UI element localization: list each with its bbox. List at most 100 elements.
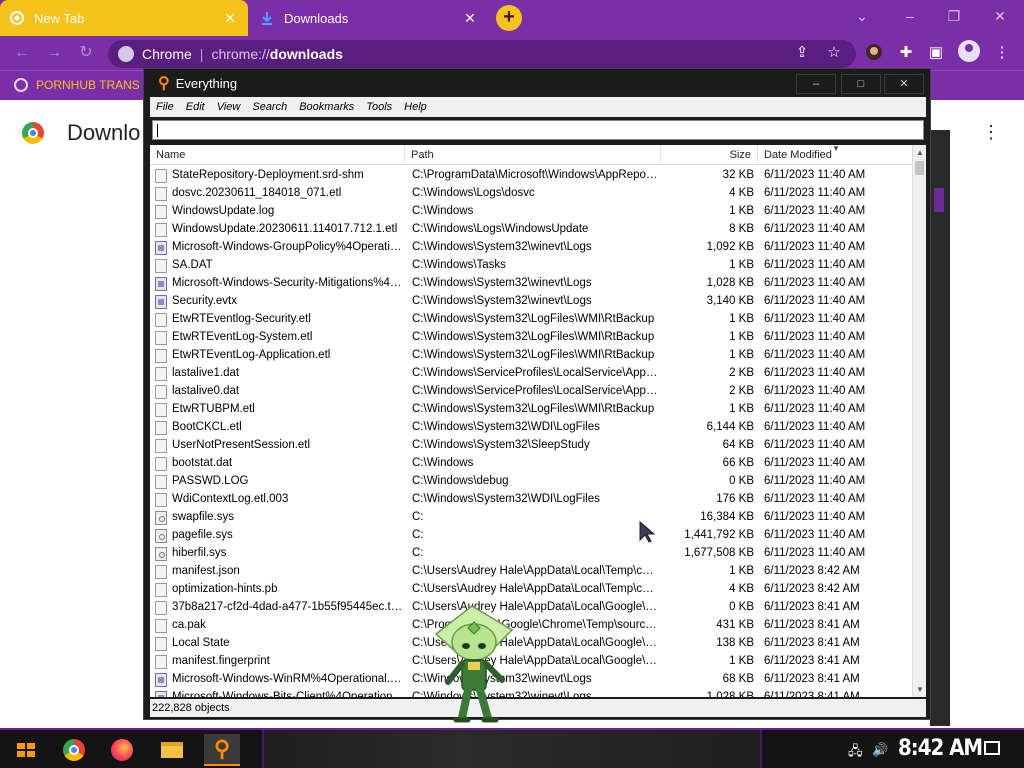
text-caret bbox=[157, 124, 158, 138]
result-row[interactable]: Microsoft-Windows-GroupPolicy%4Operation… bbox=[150, 239, 912, 257]
result-row[interactable]: lastalive1.dat C:\Windows\ServiceProfiles… bbox=[150, 365, 912, 383]
result-row[interactable]: EtwRTUBPM.etl C:\Windows\System32\LogFile… bbox=[150, 401, 912, 419]
share-icon[interactable]: ⇪ bbox=[792, 43, 812, 63]
result-row[interactable]: SA.DAT C:\Windows\Tasks 1 KB 6/11/2023 11:4… bbox=[150, 257, 912, 275]
back-icon[interactable]: ← bbox=[10, 41, 34, 65]
result-row[interactable]: manifest.fingerprint C:\Users\Audrey Hale… bbox=[150, 653, 912, 671]
result-row[interactable]: EtwRTEventLog-Application.etl C:\Windows\… bbox=[150, 347, 912, 365]
taskbar-file-explorer-button[interactable] bbox=[154, 734, 190, 766]
menu-help[interactable]: Help bbox=[404, 101, 427, 113]
download-icon bbox=[260, 11, 274, 25]
network-icon[interactable]: 🖧 bbox=[848, 742, 863, 764]
bookmark-item[interactable]: PORNHUB TRANS bbox=[14, 78, 140, 92]
chrome-menu-icon[interactable]: ⋮ bbox=[992, 43, 1012, 63]
result-row[interactable]: Microsoft-Windows-Security-Mitigations%4… bbox=[150, 275, 912, 293]
result-row[interactable]: manifest.json C:\Users\Audrey Hale\AppDat… bbox=[150, 563, 912, 581]
column-header-name[interactable]: Name bbox=[150, 145, 405, 165]
result-date: 6/11/2023 11:40 AM bbox=[764, 187, 866, 199]
column-header-size[interactable]: Size bbox=[661, 145, 758, 165]
result-row[interactable]: Local StateC:\Users\Audrey Hale\AppData\… bbox=[150, 635, 912, 653]
forward-icon[interactable]: → bbox=[42, 41, 66, 65]
result-row[interactable]: 37b8a217-cf2d-4dad-a477-1b55f95445ec.tmp… bbox=[150, 599, 912, 617]
everything-maximize-button[interactable]: □ bbox=[841, 74, 881, 94]
tab-close-icon[interactable]: ✕ bbox=[222, 10, 238, 27]
menu-search[interactable]: Search bbox=[252, 101, 287, 113]
result-date: 6/11/2023 8:41 AM bbox=[764, 655, 860, 667]
result-row[interactable]: EtwRTEventLog-System.etl C:\Windows\Syste… bbox=[150, 329, 912, 347]
menu-bookmarks[interactable]: Bookmarks bbox=[299, 101, 354, 113]
extension-avatar-icon[interactable] bbox=[864, 43, 884, 63]
tab-close-icon[interactable]: ✕ bbox=[462, 10, 478, 27]
menu-edit[interactable]: Edit bbox=[186, 101, 205, 113]
file-icon bbox=[155, 349, 167, 363]
menu-view[interactable]: View bbox=[217, 101, 241, 113]
result-row[interactable]: lastalive0.dat C:\Windows\ServiceProfiles… bbox=[150, 383, 912, 401]
system-file-icon bbox=[155, 529, 167, 543]
result-row[interactable]: WindowsUpdate.20230611.114017.712.1.etl C… bbox=[150, 221, 912, 239]
result-name: WdiContextLog.etl.003 bbox=[172, 493, 289, 505]
result-date: 6/11/2023 11:40 AM bbox=[764, 295, 866, 307]
result-row[interactable]: pagefile.sys C: 1,441,792 KB 6/11/2023 11:4… bbox=[150, 527, 912, 545]
reload-icon[interactable]: ↻ bbox=[74, 41, 98, 65]
column-header-path[interactable]: Path bbox=[405, 145, 661, 165]
result-row[interactable]: dosvc.20230611_184018_071.etl C:\Windows\… bbox=[150, 185, 912, 203]
result-path: C:\Windows\Logs\WindowsUpdate bbox=[412, 223, 589, 235]
close-window-button[interactable]: ✕ bbox=[980, 4, 1020, 28]
start-button[interactable] bbox=[8, 734, 44, 766]
result-row[interactable]: optimization-hints.pb C:\Users\Audrey Hal… bbox=[150, 581, 912, 599]
event-log-file-icon bbox=[155, 295, 167, 309]
vertical-scrollbar[interactable]: ▲ ▼ bbox=[912, 145, 926, 697]
everything-minimize-button[interactable]: – bbox=[796, 74, 836, 94]
side-panel-icon[interactable]: ▣ bbox=[926, 43, 946, 63]
more-options-icon[interactable]: ⋮ bbox=[982, 122, 1000, 143]
tab-search-icon[interactable]: ⌄ bbox=[842, 4, 882, 28]
url-host: downloads bbox=[269, 46, 343, 62]
minimize-button[interactable]: – bbox=[890, 4, 930, 28]
scroll-down-icon[interactable]: ▼ bbox=[916, 685, 924, 694]
result-row[interactable]: StateRepository-Deployment.srd-shm C:\Pro… bbox=[150, 167, 912, 185]
result-row[interactable]: EtwRTEventlog-Security.etl C:\Windows\Sys… bbox=[150, 311, 912, 329]
result-size: 1 KB bbox=[729, 655, 754, 667]
new-tab-button[interactable]: + bbox=[496, 5, 522, 31]
result-row[interactable]: UserNotPresentSession.etl C:\Windows\Syst… bbox=[150, 437, 912, 455]
globe-icon bbox=[14, 78, 28, 92]
everything-close-button[interactable]: ✕ bbox=[884, 74, 924, 94]
result-row[interactable]: WdiContextLog.etl.003 C:\Windows\System32… bbox=[150, 491, 912, 509]
result-name: Microsoft-Windows-GroupPolicy%4Operation… bbox=[172, 241, 404, 253]
system-clock[interactable]: 8:42 AM bbox=[898, 736, 983, 761]
result-row[interactable]: Microsoft-Windows-WinRM%4Operational.evt… bbox=[150, 671, 912, 689]
results-list: Name Path Size ▼ Date Modified StateRepo… bbox=[150, 145, 926, 697]
menu-tools[interactable]: Tools bbox=[366, 101, 392, 113]
result-row[interactable]: ca.pak C:\Program Files\Google\Chrome\Tem… bbox=[150, 617, 912, 635]
menu-file[interactable]: File bbox=[156, 101, 174, 113]
taskbar-chrome-button[interactable] bbox=[56, 734, 92, 766]
result-row[interactable]: bootstat.dat C:\Windows 66 KB 6/11/2023 11:… bbox=[150, 455, 912, 473]
bookmark-star-icon[interactable]: ☆ bbox=[824, 43, 844, 63]
profile-avatar[interactable] bbox=[958, 40, 980, 62]
restore-button[interactable]: ❐ bbox=[934, 4, 974, 28]
file-icon bbox=[155, 169, 167, 183]
file-icon bbox=[155, 565, 167, 579]
result-row[interactable]: PASSWD.LOG C:\Windows\debug 0 KB 6/11/2023 … bbox=[150, 473, 912, 491]
volume-icon[interactable]: 🔊 bbox=[872, 742, 888, 758]
scroll-up-icon[interactable]: ▲ bbox=[916, 148, 924, 157]
file-icon bbox=[155, 619, 167, 633]
extensions-puzzle-icon[interactable]: ✚ bbox=[896, 43, 916, 63]
taskbar-everything-button[interactable]: ⚲ bbox=[204, 734, 240, 766]
address-bar[interactable]: Chrome | chrome:// downloads bbox=[108, 40, 856, 68]
result-row[interactable]: Security.evtx C:\Windows\System32\winevt\… bbox=[150, 293, 912, 311]
result-row[interactable]: Microsoft-Windows-Bits-Client%4Operation… bbox=[150, 689, 912, 697]
result-path: C:\Windows\Tasks bbox=[412, 259, 506, 271]
result-row[interactable]: WindowsUpdate.log C:\Windows 1 KB 6/11/2023… bbox=[150, 203, 912, 221]
column-header-date-modified[interactable]: ▼ Date Modified bbox=[758, 145, 912, 165]
scrollbar-thumb[interactable] bbox=[915, 161, 924, 175]
everything-search-input[interactable] bbox=[152, 120, 924, 140]
taskbar-firefox-button[interactable] bbox=[104, 734, 140, 766]
tab-downloads[interactable]: Downloads ✕ bbox=[250, 0, 488, 36]
taskbar-decoration bbox=[262, 730, 762, 768]
result-row[interactable]: swapfile.sys C: 16,384 KB 6/11/2023 11:40 A… bbox=[150, 509, 912, 527]
result-row[interactable]: hiberfil.sys C: 1,677,508 KB 6/11/2023 11:4… bbox=[150, 545, 912, 563]
notification-center-icon[interactable] bbox=[984, 741, 1000, 755]
tab-new-tab[interactable]: New Tab ✕ bbox=[0, 0, 248, 36]
result-row[interactable]: BootCKCL.etl C:\Windows\System32\WDI\LogF… bbox=[150, 419, 912, 437]
